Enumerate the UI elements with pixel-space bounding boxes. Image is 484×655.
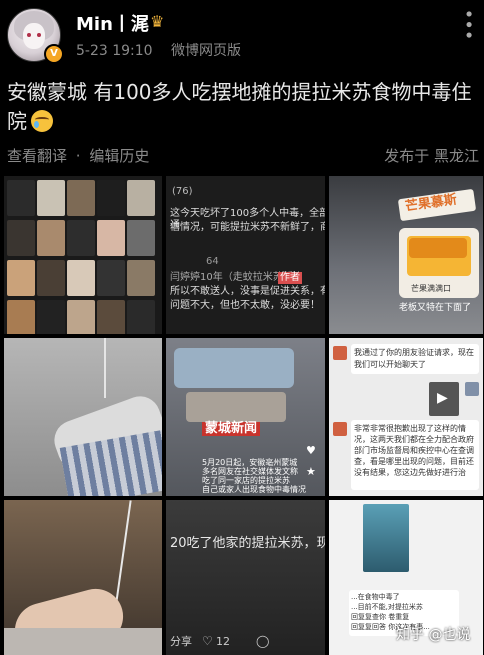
collage-tile <box>97 260 125 296</box>
collage-tile <box>37 180 65 216</box>
post-source: 微博网页版 <box>171 43 242 59</box>
hospital-photo <box>363 504 409 572</box>
star-icon: ★ <box>306 465 316 478</box>
chat-line: 查，看是哪里出现的问题，目前还 <box>354 457 474 466</box>
blanket <box>186 392 286 422</box>
news-caption: 多名网友在社交媒体发文称 <box>202 467 298 476</box>
chat-line: 我通过了你的朋友验证请求，现在 <box>354 348 474 357</box>
image-grid: (76) 这今天吃坏了100多个人中毒，全部进医院 通 信情况，可能提拉米苏不新… <box>4 176 483 655</box>
post-meta-row: 查看翻译 · 编辑历史 发布于 黑龙江 <box>7 145 479 167</box>
image-thumbnail-2[interactable]: (76) 这今天吃坏了100多个人中毒，全部进医院 通 信情况，可能提拉米苏不新… <box>166 176 325 334</box>
chat-line: ...在食物中毒了 <box>351 593 400 601</box>
chat-line: 况，这两天我们都在全力配合政府 <box>354 435 474 444</box>
comment-line: 所以不敢送人，没事是促进关系，有事就是 <box>170 286 325 297</box>
image-thumbnail-4[interactable] <box>4 338 162 496</box>
timestamp: 5-23 19:10 <box>76 43 153 59</box>
collage-tile <box>127 180 155 216</box>
comment-text: 20吃了他家的提拉米苏，现在 <box>170 536 325 551</box>
chat-line: ...目前不能,对提拉米苏 <box>351 603 423 611</box>
image-thumbnail-5[interactable]: 蒙城新闻 5月20日起，安徽亳州蒙城 多名网友在社交媒体发文称 吃了同一家店的提… <box>166 338 325 496</box>
post-time: 5-23 19:10 微博网页版 <box>76 40 241 60</box>
collage-tile <box>127 220 155 256</box>
photo-background <box>166 500 325 655</box>
collage-tile <box>37 220 65 256</box>
chat-avatar <box>465 382 479 396</box>
image-thumbnail-8[interactable]: 20吃了他家的提拉米苏，现在 分享 ♡ 12 ◯ <box>166 500 325 655</box>
image-thumbnail-7[interactable] <box>4 500 162 655</box>
side-icons: ♥ ★ <box>306 444 318 484</box>
post-text: 安徽蒙城 有100多人吃摆地摊的提拉米苏食物中毒住院 <box>7 80 472 133</box>
post-body: 安徽蒙城 有100多人吃摆地摊的提拉米苏食物中毒住院 <box>7 78 479 136</box>
heart-icon: ♥ <box>306 444 316 457</box>
collage-tile <box>67 260 95 296</box>
image-thumbnail-1[interactable] <box>4 176 162 334</box>
image-caption: 老板又特在下面了 <box>399 303 472 313</box>
news-caption: 自己或家人出现食物中毒情况 <box>202 485 306 494</box>
news-caption: 吃了同一家店的提拉米苏 <box>202 476 290 485</box>
news-caption: 5月20日起，安徽亳州蒙城 <box>202 458 298 467</box>
chat-line: 非常非常很抱歉出现了这样的情 <box>354 424 466 433</box>
like-count: 12 <box>216 635 230 648</box>
chat-line: 我们可以开始聊天了 <box>354 360 426 369</box>
crying-face-icon <box>31 110 53 132</box>
zhihu-watermark: 知乎 @也说 <box>396 627 471 643</box>
collage-tile <box>97 180 125 216</box>
comment-line: 问题不大，但也不太敢，没必要！ <box>170 300 320 311</box>
collage-tile <box>127 260 155 296</box>
hospital-bed <box>174 348 294 388</box>
chat-line: 没有结果，您这边先做好进行治 <box>354 468 466 477</box>
edit-history-link[interactable]: 编辑历史 <box>89 147 149 165</box>
collage-tile <box>37 300 65 334</box>
collage-tile <box>37 260 65 296</box>
post-location: 发布于 黑龙江 <box>384 147 479 165</box>
news-logo: 蒙城新闻 <box>202 422 261 436</box>
username[interactable]: Min丨浘 <box>76 10 149 36</box>
comment-line: 信情况，可能提拉米苏不新鲜了，商家估 <box>170 222 325 233</box>
crown-icon: ♛ <box>150 12 165 31</box>
box-caption: 芒果满满口 <box>411 284 451 293</box>
author-tag: 作者 <box>278 272 302 284</box>
collage-tile <box>7 300 35 334</box>
image-thumbnail-3[interactable]: 芒果慕斯 芒果满满口 老板又特在下面了 <box>329 176 483 334</box>
collage-tile <box>127 300 155 334</box>
verified-badge-icon: V <box>44 44 64 64</box>
heart-outline-icon[interactable]: ♡ <box>202 635 213 647</box>
image-thumbnail-6[interactable]: 我通过了你的朋友验证请求，现在 我们可以开始聊天了 ▶ 非常非常很抱歉出现了这样… <box>329 338 483 496</box>
comment-count: (76) <box>172 186 193 197</box>
collage-tile <box>97 220 125 256</box>
meta-separator: · <box>75 147 81 165</box>
like-count: 64 <box>206 256 219 267</box>
avatar-eye <box>37 33 41 37</box>
play-icon: ▶ <box>437 390 448 406</box>
collage-tile <box>67 220 95 256</box>
comment-line: 这今天吃坏了100多个人中毒，全部进医院 <box>170 208 325 219</box>
collage-tile <box>67 300 95 334</box>
chat-avatar <box>333 346 347 360</box>
iv-tube <box>104 338 106 398</box>
translate-link[interactable]: 查看翻译 <box>7 147 67 165</box>
collage-tile <box>67 180 95 216</box>
collage-tile <box>7 220 35 256</box>
chat-line: 回复复查你 卷重复 <box>351 613 410 621</box>
comment-icon[interactable]: ◯ <box>256 635 269 647</box>
chat-avatar <box>333 422 347 436</box>
more-options-icon[interactable]: ••• <box>457 9 478 41</box>
post-header: V Min丨浘 ♛ 5-23 19:10 微博网页版 ••• <box>0 0 484 70</box>
avatar-eye <box>27 33 31 37</box>
collage-tile <box>97 300 125 334</box>
chat-line: 部门市场监督局和疾控中心在查调 <box>354 446 474 455</box>
collage-tile <box>7 260 35 296</box>
collage-tile <box>7 180 35 216</box>
bed-sheet <box>4 628 162 655</box>
share-label[interactable]: 分享 <box>170 636 192 648</box>
mango-topping <box>409 238 467 258</box>
